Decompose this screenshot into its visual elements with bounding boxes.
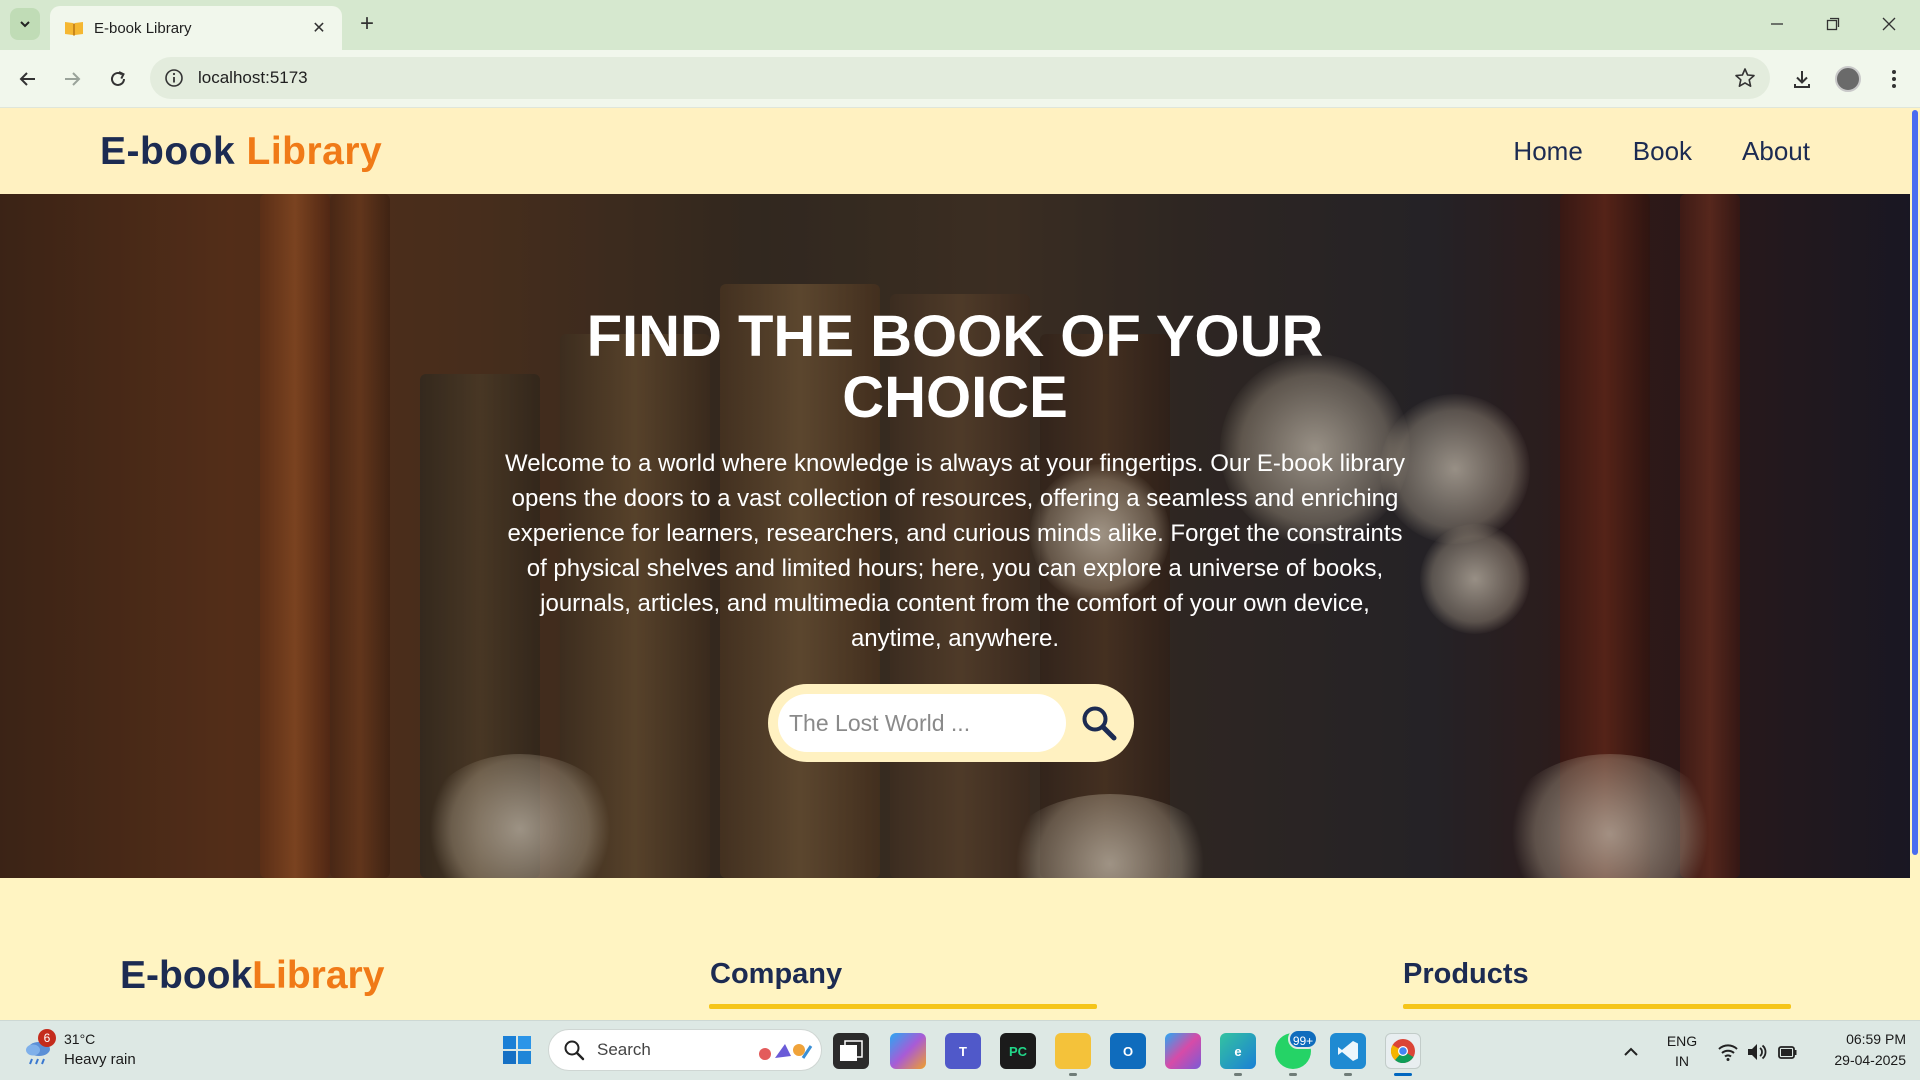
reload-icon[interactable]: [102, 63, 134, 95]
language-indicator-line2[interactable]: IN: [1666, 1053, 1698, 1069]
taskbar-search[interactable]: Search: [548, 1029, 822, 1071]
footer-company-heading: Company: [710, 958, 843, 990]
kebab-menu-icon[interactable]: [1880, 65, 1908, 93]
chrome-active-indicator: [1394, 1073, 1412, 1076]
hero-title-line2: CHOICE: [842, 365, 1068, 430]
microsoft-365-icon[interactable]: [1165, 1033, 1201, 1069]
whatsapp-running-indicator: [1289, 1073, 1297, 1076]
weather-description[interactable]: Heavy rain: [64, 1051, 136, 1068]
weather-alert-badge: 6: [38, 1029, 56, 1047]
edge-running-indicator: [1234, 1073, 1242, 1076]
site-logo[interactable]: E-book Library: [100, 130, 382, 174]
close-window-icon[interactable]: [1866, 8, 1912, 40]
copilot-icon[interactable]: [890, 1033, 926, 1069]
search-highlight-icon: [759, 1044, 813, 1060]
clock-time[interactable]: 06:59 PM: [1810, 1031, 1906, 1047]
hero-title-line1: FIND THE BOOK OF YOUR: [586, 304, 1324, 369]
windows-taskbar: 6 31°C Heavy rain Search T PC O e 99+ EN…: [0, 1020, 1920, 1080]
browser-toolbar: localhost:5173: [0, 50, 1920, 108]
vscode-icon[interactable]: [1330, 1033, 1366, 1069]
edge-icon[interactable]: e: [1220, 1033, 1256, 1069]
search-icon[interactable]: [1080, 704, 1118, 742]
logo-text-library: Library: [246, 130, 383, 173]
site-footer: E-bookLibrary Company Products: [0, 878, 1910, 1020]
browser-tab[interactable]: E-book Library ✕: [50, 6, 342, 50]
hero-search-box: [768, 684, 1134, 762]
info-icon[interactable]: [164, 68, 184, 88]
forward-icon[interactable]: [56, 63, 88, 95]
file-explorer-running-indicator: [1069, 1073, 1077, 1076]
download-icon[interactable]: [1788, 65, 1816, 93]
page-viewport: E-book Library Home Book About FIND THE …: [0, 108, 1910, 1020]
footer-products-heading: Products: [1403, 958, 1529, 990]
taskbar-search-label: Search: [597, 1040, 651, 1059]
address-bar[interactable]: localhost:5173: [150, 57, 1770, 99]
footer-logo-text-ebook: E-book: [120, 954, 253, 997]
chrome-icon[interactable]: [1385, 1033, 1421, 1069]
vscode-running-indicator: [1344, 1073, 1352, 1076]
windows-start-icon[interactable]: [502, 1035, 532, 1065]
close-icon[interactable]: ✕: [308, 18, 330, 38]
tab-search-icon[interactable]: [10, 8, 40, 40]
volume-icon[interactable]: [1746, 1041, 1768, 1063]
star-icon[interactable]: [1734, 67, 1756, 89]
site-header: E-book Library Home Book About: [0, 108, 1910, 194]
scrollbar-thumb[interactable]: [1912, 110, 1918, 855]
file-explorer-icon[interactable]: [1055, 1033, 1091, 1069]
whatsapp-notification-badge: 99+: [1288, 1029, 1318, 1049]
task-view-icon[interactable]: [833, 1033, 869, 1069]
logo-text-ebook: E-book: [100, 130, 236, 173]
nav-book[interactable]: Book: [1633, 136, 1692, 167]
footer-logo[interactable]: E-bookLibrary: [120, 954, 384, 998]
hero-section: FIND THE BOOK OF YOUR CHOICE Welcome to …: [0, 194, 1910, 878]
book-search-input[interactable]: [778, 694, 1066, 752]
clock-date[interactable]: 29-04-2025: [1810, 1052, 1906, 1068]
book-favicon: [65, 22, 83, 36]
back-icon[interactable]: [12, 63, 44, 95]
url-text[interactable]: localhost:5173: [198, 68, 308, 88]
main-nav: Home Book About: [1513, 136, 1810, 167]
footer-products-underline: [1403, 1004, 1791, 1009]
footer-company-underline: [709, 1004, 1097, 1009]
minimize-icon[interactable]: [1754, 8, 1800, 40]
page-scrollbar[interactable]: [1910, 108, 1920, 1020]
hero-description: Welcome to a world where knowledge is al…: [505, 450, 1405, 652]
battery-icon[interactable]: [1776, 1041, 1798, 1063]
wifi-icon[interactable]: [1717, 1041, 1739, 1063]
footer-logo-text-library: Library: [252, 954, 385, 997]
plus-icon[interactable]: +: [352, 10, 382, 40]
search-icon: [564, 1040, 585, 1061]
restore-icon[interactable]: [1810, 8, 1856, 40]
teams-icon[interactable]: T: [945, 1033, 981, 1069]
pycharm-icon[interactable]: PC: [1000, 1033, 1036, 1069]
nav-about[interactable]: About: [1742, 136, 1810, 167]
outlook-icon[interactable]: O: [1110, 1033, 1146, 1069]
chevron-up-icon[interactable]: [1620, 1041, 1642, 1063]
nav-home[interactable]: Home: [1513, 136, 1582, 167]
weather-temp[interactable]: 31°C: [64, 1031, 95, 1047]
profile-avatar[interactable]: [1834, 65, 1862, 93]
language-indicator-line1[interactable]: ENG: [1666, 1033, 1698, 1049]
tab-title: E-book Library: [94, 19, 192, 37]
browser-tabstrip: E-book Library ✕ +: [0, 0, 1920, 50]
hero-title: FIND THE BOOK OF YOUR CHOICE: [0, 306, 1910, 428]
